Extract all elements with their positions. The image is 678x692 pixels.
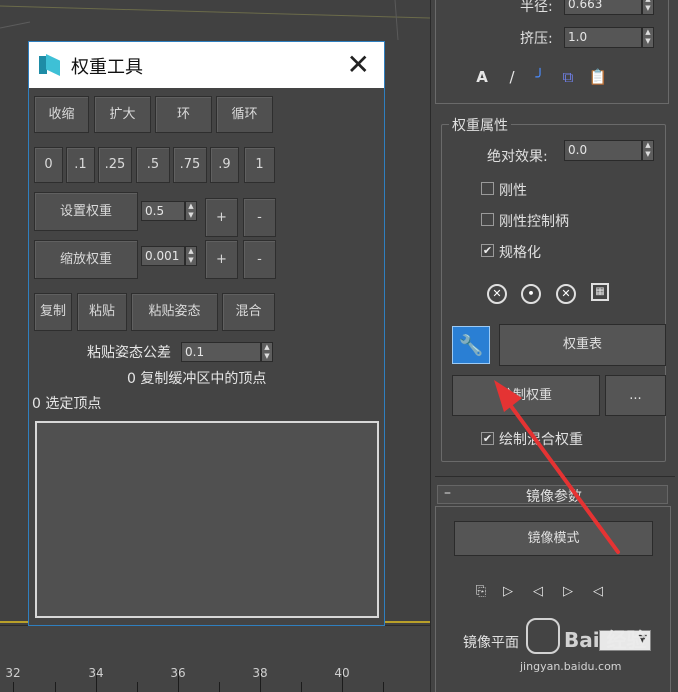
squash-spinner[interactable]: ▲ ▼ (642, 27, 654, 48)
paste-blue-to-green-icon[interactable]: ◁ (527, 581, 549, 603)
radius-label: 半径: (520, 0, 553, 15)
clear-exclusions-icon[interactable]: ▦ (591, 283, 609, 301)
rigid-handles-checkbox[interactable] (481, 213, 494, 226)
baidu-watermark: Bai 经验 jingyan.baidu.com (520, 614, 670, 684)
normalize-label: 规格化 (499, 245, 541, 261)
select-excluded-icon[interactable]: ✕ (556, 284, 576, 304)
exclude-verts-icon[interactable]: ✕ (487, 284, 507, 304)
weight-tool-dialog: 权重工具 ✕ 收缩 扩大 环 循环 0 .1 .25 .5 .75 .9 1 设… (28, 41, 385, 626)
paint-options-button[interactable]: ... (605, 375, 666, 416)
scale-weight-minus-button[interactable]: - (243, 240, 276, 279)
set-weight-minus-button[interactable]: - (243, 198, 276, 237)
paste-tolerance-label: 粘贴姿态公差 (87, 345, 171, 361)
preset-1-button[interactable]: 1 (244, 147, 275, 183)
mirror-rollout-header[interactable]: – 镜像参数 (437, 485, 668, 505)
rollout-divider (435, 476, 675, 477)
mirror-rollout-title: 镜像参数 (526, 489, 582, 505)
loop-button[interactable]: 循环 (216, 96, 273, 133)
normalize-checkbox[interactable]: ✔ (481, 244, 494, 257)
ruler-label: 32 (5, 666, 21, 680)
close-icon[interactable]: ✕ (347, 48, 370, 81)
watermark-url: jingyan.baidu.com (520, 660, 622, 673)
ring-button[interactable]: 环 (155, 96, 212, 133)
ruler-tick (301, 682, 302, 692)
radius-field[interactable]: 0.663 (564, 0, 642, 15)
weight-properties-title: 权重属性 (449, 115, 511, 135)
preset-0-75-button[interactable]: .75 (173, 147, 207, 183)
copy-icon[interactable]: ⧉ (557, 66, 579, 88)
shrink-button[interactable]: 收缩 (34, 96, 89, 133)
paste-pos-button[interactable]: 粘贴姿态 (131, 293, 218, 331)
paste-green-to-blue-icon[interactable]: ▷ (497, 581, 519, 603)
rigid-label: 刚性 (499, 183, 527, 199)
collapse-icon: – (444, 485, 451, 501)
buffer-vertex-count: 0 复制缓冲区中的顶点 (127, 371, 267, 387)
ruler-tick (219, 682, 220, 692)
paint-blend-label: 绘制混合权重 (499, 432, 583, 448)
preset-0-9-button[interactable]: .9 (210, 147, 239, 183)
mirror-plane-label: 镜像平面 (463, 635, 519, 651)
radius-spinner[interactable]: ▲▼ (642, 0, 654, 15)
set-weight-spinner[interactable]: ▲ ▼ (185, 201, 197, 221)
set-weight-plus-button[interactable]: + (205, 198, 238, 237)
wrench-icon[interactable]: 🔧 (452, 326, 490, 364)
paint-weights-button[interactable]: 绘制权重 (452, 375, 600, 416)
preset-0-5-button[interactable]: .5 (136, 147, 170, 183)
mirror-paste-icon[interactable]: ⎘ (470, 581, 492, 603)
rigid-checkbox[interactable] (481, 182, 494, 195)
dialog-title: 权重工具 (71, 57, 143, 78)
selected-vertex-count: 0 选定顶点 (32, 396, 102, 412)
copy-button[interactable]: 复制 (34, 293, 72, 331)
squash-label: 挤压: (520, 31, 553, 47)
absolute-effect-label: 绝对效果: (487, 149, 548, 165)
ruler-tick (383, 682, 384, 692)
ruler-tick (13, 682, 14, 692)
3ds-max-logo-icon (39, 54, 61, 76)
ruler-label: 38 (252, 666, 268, 680)
paste-tolerance-spinner[interactable]: ▲ ▼ (261, 342, 273, 362)
blend-button[interactable]: 混合 (222, 293, 275, 331)
scale-weight-plus-button[interactable]: + (205, 240, 238, 279)
curve-tool-icon[interactable]: ╯ (529, 66, 551, 88)
absolute-effect-spinner[interactable]: ▲ ▼ (642, 140, 654, 161)
scale-weight-spinner[interactable]: ▲ ▼ (185, 246, 197, 266)
weight-table-button[interactable]: 权重表 (499, 324, 666, 366)
ruler-tick (55, 682, 56, 692)
text-a-icon[interactable]: A (471, 66, 493, 88)
scale-weight-button[interactable]: 缩放权重 (34, 240, 138, 279)
timeline-ruler[interactable]: 32 34 36 38 40 (0, 625, 430, 692)
scale-weight-field[interactable]: 0.001 (141, 246, 185, 266)
absolute-effect-field[interactable]: 0.0 (564, 140, 642, 161)
paste-green-verts-icon[interactable]: ▷ (557, 581, 579, 603)
preset-0-25-button[interactable]: .25 (98, 147, 132, 183)
ruler-label: 40 (334, 666, 350, 680)
line-tool-icon[interactable]: / (501, 66, 523, 88)
ruler-label: 34 (88, 666, 104, 680)
paste-blue-verts-icon[interactable]: ◁ (587, 581, 609, 603)
include-verts-icon[interactable]: • (521, 284, 541, 304)
rigid-handles-label: 刚性控制柄 (499, 214, 569, 230)
ruler-label: 36 (170, 666, 186, 680)
paint-blend-checkbox[interactable]: ✔ (481, 432, 494, 445)
command-panel: 半径: 0.663 ▲▼ 挤压: 1.0 ▲▼ A / ╯ ⧉ 📋 权重属性 绝… (430, 0, 678, 692)
paste-button[interactable]: 粘贴 (77, 293, 127, 331)
ruler-tick (137, 682, 138, 692)
vertex-weight-list[interactable] (35, 421, 379, 618)
preset-0-button[interactable]: 0 (34, 147, 63, 183)
preset-0-1-button[interactable]: .1 (66, 147, 95, 183)
set-weight-field[interactable]: 0.5 (141, 201, 185, 221)
grow-button[interactable]: 扩大 (94, 96, 151, 133)
paste-icon[interactable]: 📋 (587, 66, 609, 88)
paste-tolerance-field[interactable]: 0.1 (181, 342, 261, 362)
paw-logo-icon (526, 618, 560, 654)
squash-field[interactable]: 1.0 (564, 27, 642, 48)
dialog-titlebar[interactable]: 权重工具 ✕ (29, 42, 384, 88)
mirror-mode-button[interactable]: 镜像模式 (454, 521, 653, 556)
set-weight-button[interactable]: 设置权重 (34, 192, 138, 231)
watermark-brand: Bai 经验 (564, 628, 647, 652)
